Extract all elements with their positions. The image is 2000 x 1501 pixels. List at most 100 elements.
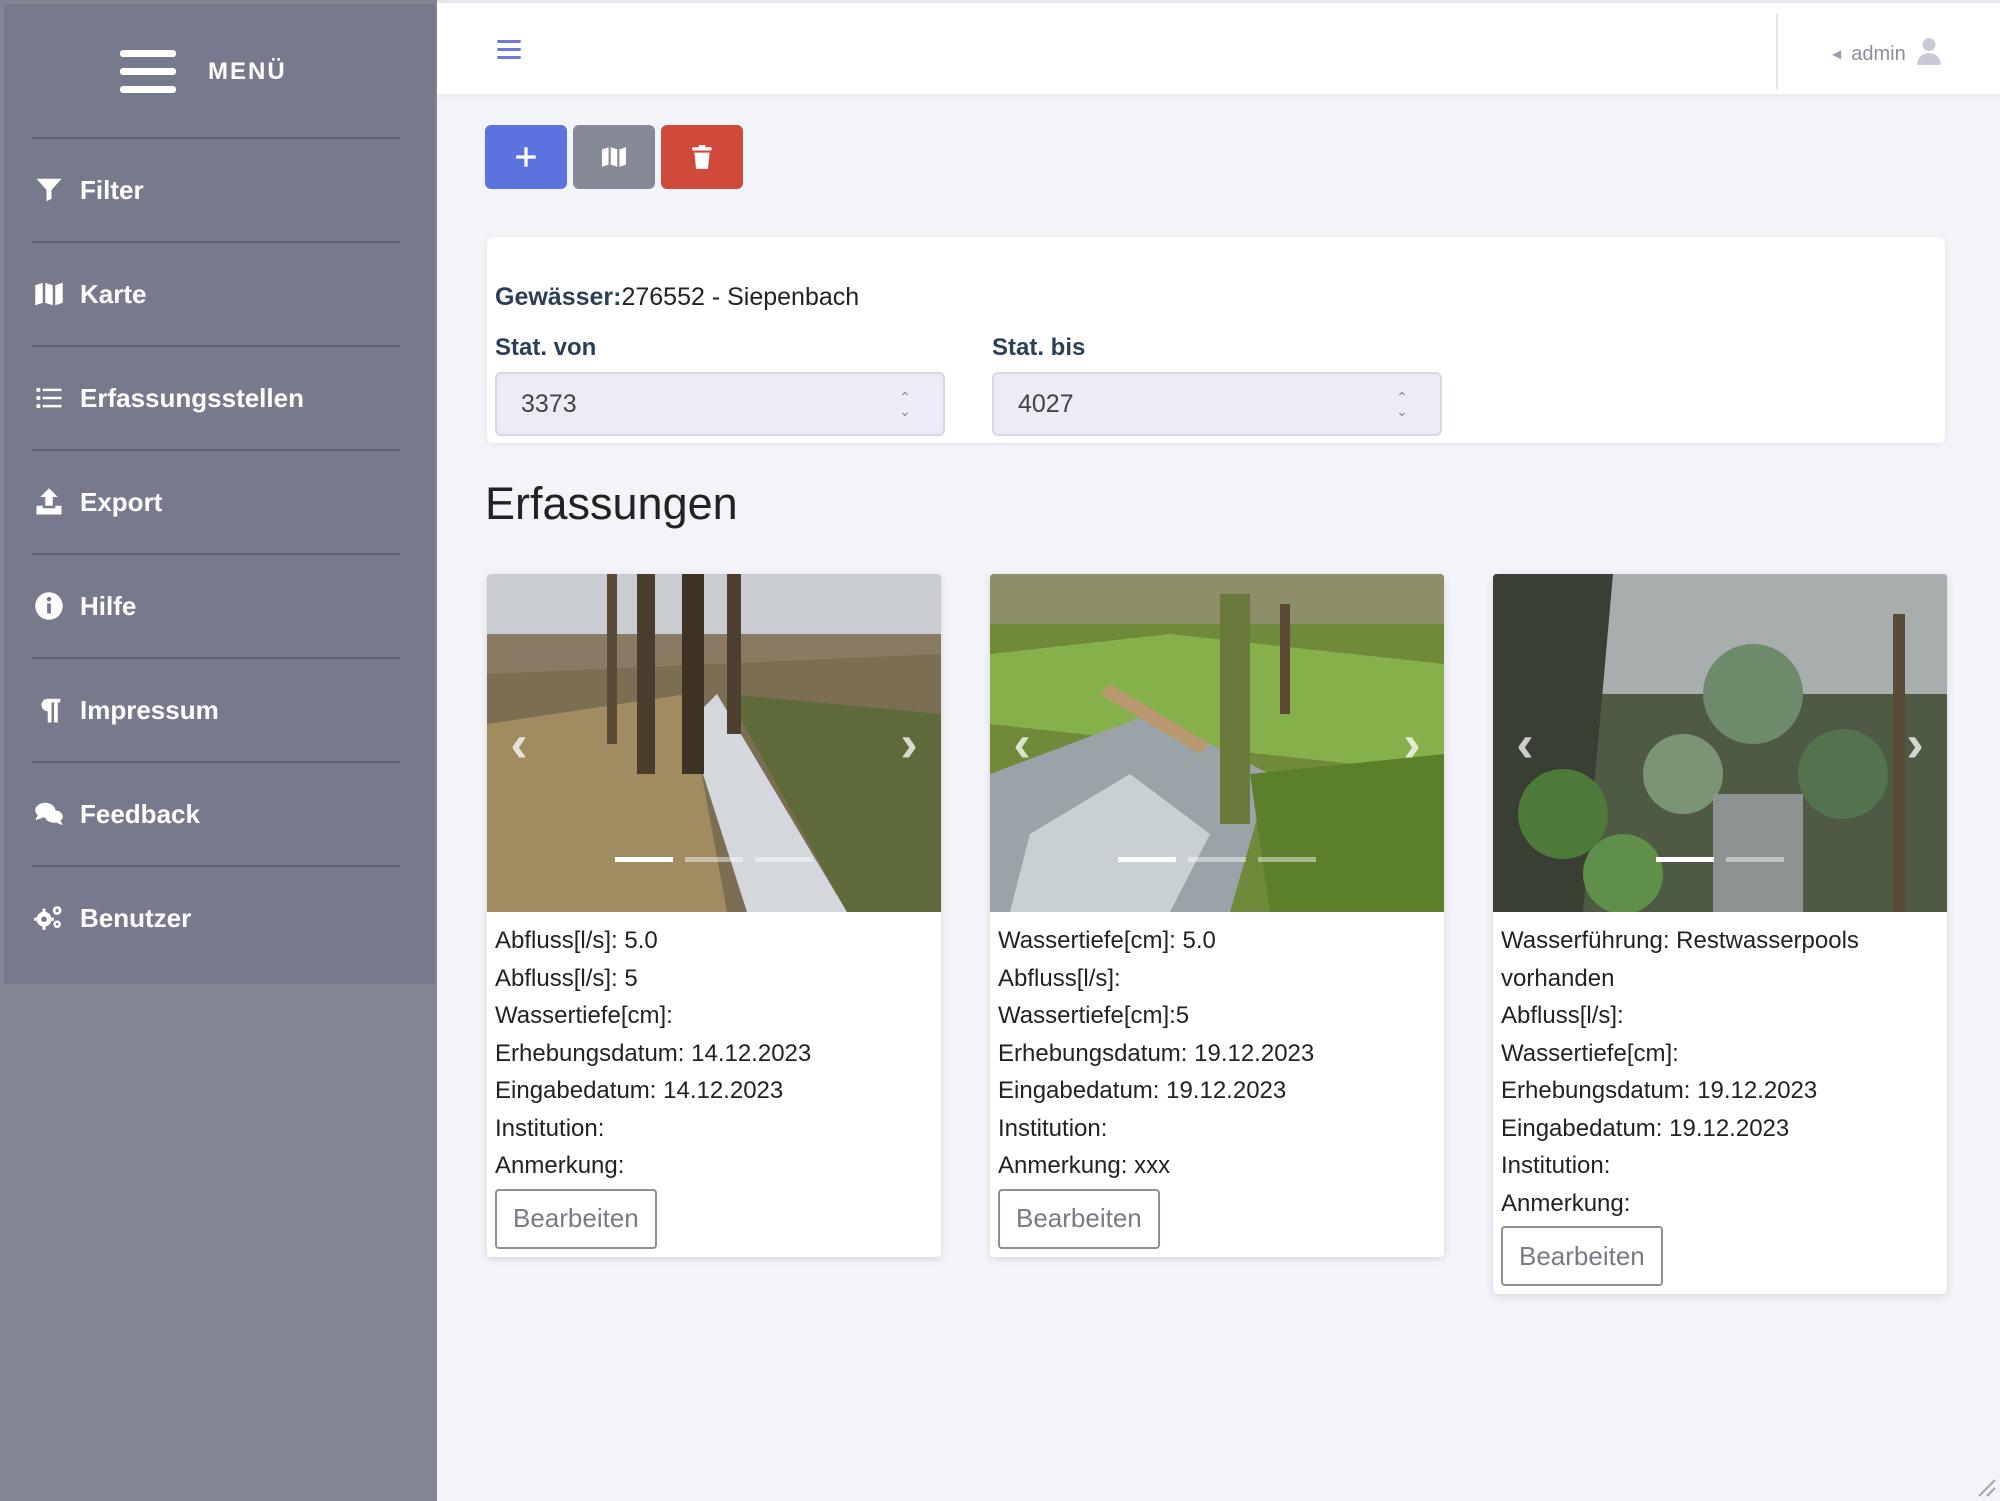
map-icon [602,147,626,167]
card-line: Wassertiefe[cm]: 5.0 [998,927,1216,954]
sidebar-item-label: Filter [80,174,144,205]
gewaesser-value: 276552 - Siepenbach [621,283,860,311]
menu-header[interactable]: MENÜ [120,46,287,98]
image-carousel[interactable]: ‹ › [990,574,1444,912]
carousel-indicator[interactable] [1656,857,1714,862]
edit-button[interactable]: Bearbeiten [495,1188,657,1249]
card-line: Wasserführung: Restwasserpools [1501,927,1859,954]
carousel-indicator[interactable] [615,857,673,862]
card-line: Erhebungsdatum: 19.12.2023 [1501,1077,1818,1104]
sidebar-item-label: Export [80,486,163,517]
carousel-indicators [990,857,1444,862]
list-icon [32,381,66,415]
card-line: Wassertiefe[cm]: [495,1002,673,1029]
sidebar-item-filter[interactable]: Filter [32,139,400,241]
plus-icon [516,147,536,167]
sidebar-item-label: Karte [80,278,147,309]
carousel-indicator[interactable] [1118,857,1176,862]
sidebar-item-label: Hilfe [80,590,137,621]
gewaesser-info: Gewässer:276552 - Siepenbach [495,283,859,312]
caret-left-icon: ◀ [1832,47,1842,61]
trash-icon [692,145,712,169]
menu-title: MENÜ [208,58,287,85]
filter-panel: Gewässer:276552 - Siepenbach Stat. von 3… [487,237,1945,443]
carousel-indicator[interactable] [1188,857,1246,862]
card-line: Erhebungsdatum: 19.12.2023 [998,1039,1315,1067]
stat-von-label: Stat. von [495,334,597,361]
erfassung-card: ‹ › Abfluss[l/s]: 5.0 Abfluss[l/s]: 5 Wa… [487,574,941,1257]
card-line: Institution: [1501,1152,1611,1179]
carousel-prev-icon[interactable]: ‹ [1002,718,1042,770]
carousel-next-icon[interactable]: › [1392,718,1432,770]
card-line: Erhebungsdatum: 14.12.2023 [495,1039,812,1067]
card-line: Institution: [998,1114,1108,1142]
sidebar-item-impressum[interactable]: Impressum [32,659,400,761]
gewaesser-label: Gewässer: [495,283,622,311]
username: admin [1851,42,1906,65]
comments-icon [32,797,66,831]
card-body: Wassertiefe[cm]: 5.0 Abfluss[l/s]: Wasse… [990,912,1444,1257]
action-toolbar [485,125,743,189]
stat-bis-input[interactable]: 4027 ⌃ ⌄ [992,372,1442,436]
card-line: Institution: [495,1114,605,1142]
info-icon [32,589,66,623]
sidebar-item-label: Feedback [80,798,200,829]
edit-button[interactable]: Bearbeiten [1501,1226,1663,1286]
carousel-prev-icon[interactable]: ‹ [1505,718,1545,770]
section-title: Erfassungen [485,478,738,529]
stepper-arrows-icon[interactable]: ⌃ ⌄ [1394,390,1410,420]
user-menu[interactable]: ◀ admin [1832,37,1942,71]
carousel-prev-icon[interactable]: ‹ [499,718,539,770]
erfassung-card: ‹ › Wassertiefe[cm]: 5.0 Abfluss[l/s]: W… [990,574,1444,1257]
stat-bis-value: 4027 [1018,389,1074,418]
paragraph-icon [32,693,66,727]
card-body: Abfluss[l/s]: 5.0 Abfluss[l/s]: 5 Wasser… [487,912,941,1257]
map-button[interactable] [573,125,655,189]
card-line: Anmerkung: xxx [998,1152,1171,1179]
resize-grip-icon[interactable] [1974,1475,1996,1497]
sidebar-item-karte[interactable]: Karte [32,243,400,345]
topbar-divider [1776,13,1778,89]
sidebar-nav: Filter Karte Erfassungsstellen Export Hi… [32,137,400,969]
carousel-indicators [487,857,941,862]
image-carousel[interactable]: ‹ › [1493,574,1947,912]
stat-von-value: 3373 [521,389,577,418]
carousel-indicators [1493,857,1947,862]
carousel-indicator[interactable] [685,857,743,862]
card-line: Abfluss[l/s]: [998,964,1121,992]
card-line: Eingabedatum: 14.12.2023 [495,1077,784,1104]
sidebar-item-feedback[interactable]: Feedback [32,763,400,865]
edit-button[interactable]: Bearbeiten [998,1188,1160,1249]
carousel-indicator[interactable] [1726,857,1784,862]
card-line: Abfluss[l/s]: 5.0 [495,927,658,954]
stepper-arrows-icon[interactable]: ⌃ ⌄ [897,390,913,420]
delete-button[interactable] [661,125,743,189]
menu-toggle-icon[interactable] [120,47,176,97]
stat-von-input[interactable]: 3373 ⌃ ⌄ [495,372,945,436]
sidebar: MENÜ Filter Karte Erfassungsstellen Expo… [0,0,437,1501]
gears-icon [32,901,66,935]
carousel-indicator[interactable] [755,857,813,862]
user-icon [1916,37,1942,71]
erfassung-card: ‹ › Wasserführung: Restwasserpools vorha… [1493,574,1947,1294]
sidebar-item-export[interactable]: Export [32,451,400,553]
sidebar-item-erfassungsstellen[interactable]: Erfassungsstellen [32,347,400,449]
sidebar-item-label: Impressum [80,694,219,725]
sidebar-item-label: Erfassungsstellen [80,382,304,413]
card-line: vorhanden [1501,964,1615,992]
sidebar-item-hilfe[interactable]: Hilfe [32,555,400,657]
hamburger-icon[interactable] [497,40,521,60]
top-bar: ◀ admin [437,0,2000,94]
carousel-indicator[interactable] [1258,857,1316,862]
card-body: Wasserführung: Restwasserpools vorhanden… [1493,912,1947,1294]
carousel-next-icon[interactable]: › [1895,718,1935,770]
image-carousel[interactable]: ‹ › [487,574,941,912]
card-line: Wassertiefe[cm]:5 [998,1002,1190,1029]
filter-icon [32,173,66,207]
add-button[interactable] [485,125,567,189]
sidebar-item-benutzer[interactable]: Benutzer [32,867,400,969]
card-line: Eingabedatum: 19.12.2023 [998,1077,1287,1104]
carousel-next-icon[interactable]: › [889,718,929,770]
map-icon [32,277,66,311]
card-line: Abfluss[l/s]: 5 [495,964,638,992]
